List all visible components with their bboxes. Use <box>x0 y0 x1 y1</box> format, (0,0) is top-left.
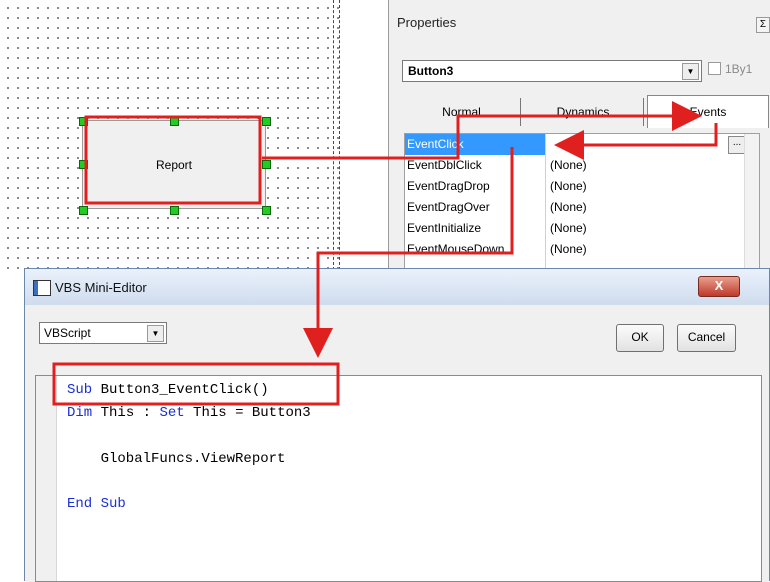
event-row-click[interactable]: EventClick ... <box>405 134 746 155</box>
grid-column-divider <box>545 134 546 274</box>
properties-title: Properties <box>397 15 457 30</box>
event-row[interactable]: EventInitialize (None) <box>405 218 745 239</box>
code-editor[interactable]: Sub Button3_EventClick() Dim This : Set … <box>35 375 762 582</box>
ok-button[interactable]: OK <box>616 324 664 352</box>
code-line: End Sub <box>67 496 126 512</box>
tab-normal[interactable]: Normal <box>404 97 519 127</box>
one-by-one-label: 1By1 <box>725 62 753 76</box>
object-selector-value: Button3 <box>408 64 454 78</box>
language-select[interactable]: VBScript ▼ <box>39 322 167 344</box>
chevron-down-icon[interactable]: ▼ <box>682 63 699 80</box>
code-keyword: Dim <box>67 405 93 421</box>
code-keyword: Sub <box>67 382 93 398</box>
event-name: EventDragOver <box>407 200 490 214</box>
properties-panel: Properties Σ Button3 ▼ 1By1 Normal Dynam… <box>388 0 770 275</box>
code-text: This = Button3 <box>184 405 311 421</box>
code-keyword: End Sub <box>67 496 126 512</box>
window-icon <box>33 280 51 296</box>
cancel-button[interactable]: Cancel <box>677 324 736 352</box>
tab-events[interactable]: Events <box>647 95 769 128</box>
selection-handle[interactable] <box>79 160 88 169</box>
editor-titlebar[interactable]: VBS Mini-Editor X <box>25 269 769 305</box>
selection-handle[interactable] <box>262 160 271 169</box>
report-button[interactable]: Report <box>82 120 266 209</box>
event-name: EventDblClick <box>407 158 482 172</box>
code-text: This : <box>92 405 160 421</box>
close-icon[interactable]: Σ <box>756 17 770 33</box>
code-gutter <box>36 376 57 581</box>
event-row[interactable]: EventDragDrop (None) <box>405 176 745 197</box>
tab-dynamics[interactable]: Dynamics <box>524 97 642 127</box>
event-value: (None) <box>550 158 587 172</box>
code-text: Button3_EventClick() <box>92 382 269 398</box>
language-value: VBScript <box>44 326 91 340</box>
event-value: (None) <box>550 179 587 193</box>
event-value: (None) <box>550 221 587 235</box>
code-line: Dim This : Set This = Button3 <box>67 405 311 421</box>
selection-handle[interactable] <box>262 206 271 215</box>
selection-handle[interactable] <box>79 206 88 215</box>
code-keyword: Set <box>159 405 185 421</box>
event-row[interactable]: EventDblClick (None) <box>405 155 745 176</box>
tab-divider <box>520 98 521 126</box>
editor-body: VBScript ▼ OK Cancel Sub Button3_EventCl… <box>25 305 769 582</box>
chevron-down-icon[interactable]: ▼ <box>147 325 164 342</box>
tab-divider <box>643 98 644 126</box>
code-line: Sub Button3_EventClick() <box>67 382 269 398</box>
selection-handle[interactable] <box>262 117 271 126</box>
selection-handle[interactable] <box>170 117 179 126</box>
events-grid: EventClick ... EventDblClick (None) Even… <box>404 133 760 275</box>
event-name: EventClick <box>407 137 464 151</box>
event-name: EventMouseDown <box>407 242 505 256</box>
report-button-label: Report <box>155 158 193 172</box>
event-value: (None) <box>550 242 587 256</box>
close-button[interactable]: X <box>698 276 740 297</box>
event-name: EventInitialize <box>407 221 482 235</box>
event-row[interactable]: EventMouseDown (None) <box>405 239 745 260</box>
vbs-editor-window: VBS Mini-Editor X VBScript ▼ OK Cancel S… <box>24 268 770 582</box>
editor-title: VBS Mini-Editor <box>55 280 147 295</box>
object-selector[interactable]: Button3 ▼ <box>402 60 702 82</box>
code-line: GlobalFuncs.ViewReport <box>67 451 286 467</box>
guide-line <box>333 0 334 270</box>
event-value: (None) <box>550 200 587 214</box>
event-name: EventDragDrop <box>407 179 490 193</box>
event-row[interactable]: EventDragOver (None) <box>405 197 745 218</box>
one-by-one-checkbox[interactable] <box>708 62 721 75</box>
selection-handle[interactable] <box>79 117 88 126</box>
selection-handle[interactable] <box>170 206 179 215</box>
code-text: GlobalFuncs.ViewReport <box>67 451 286 467</box>
panel-gap <box>340 0 388 270</box>
grid-scrollbar[interactable] <box>744 134 759 274</box>
